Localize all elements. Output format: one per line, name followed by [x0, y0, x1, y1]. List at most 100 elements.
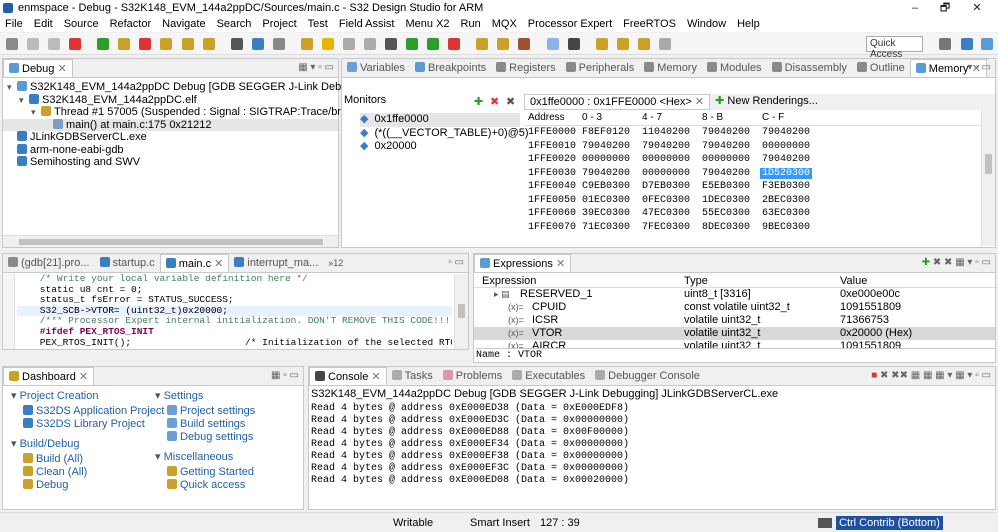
- memory-cell[interactable]: 79040200: [702, 127, 750, 138]
- terminate-icon[interactable]: [139, 38, 152, 50]
- tab-problems[interactable]: Problems: [438, 367, 507, 385]
- menu-file[interactable]: File: [0, 16, 29, 31]
- memory-cell[interactable]: 00000000: [642, 168, 690, 179]
- scroll-thumb[interactable]: [19, 239, 323, 245]
- expression-value[interactable]: 71366753: [840, 314, 889, 326]
- skip-breakpoints-icon[interactable]: [69, 38, 82, 50]
- dashboard-link[interactable]: Getting Started: [167, 466, 295, 479]
- debug-tree-item[interactable]: JLinkGDBServerCL.exe: [3, 131, 338, 144]
- debug-tree-item[interactable]: main() at main.c:175 0x21212: [3, 118, 338, 131]
- tab-expressions[interactable]: Expressions ✕: [474, 254, 572, 272]
- save-icon[interactable]: [27, 38, 40, 50]
- step-over-icon[interactable]: [181, 38, 194, 50]
- tab-peripherals[interactable]: Peripherals: [561, 59, 640, 77]
- remove-monitor-icon[interactable]: ✖: [490, 95, 499, 108]
- debug-tree-item[interactable]: ▾ S32K148_EVM_144a2ppDC.elf: [3, 93, 338, 107]
- dashboard-link[interactable]: Clean (All): [23, 465, 151, 479]
- reset-icon[interactable]: [251, 38, 264, 50]
- menu-window[interactable]: Window: [682, 16, 732, 31]
- debug-tree-item[interactable]: ▾ S32K148_EVM_144a2ppDC Debug [GDB SEGGER…: [3, 81, 377, 94]
- close-icon[interactable]: ✕: [214, 258, 223, 270]
- menu-freertos[interactable]: FreeRTOS: [618, 16, 682, 31]
- memory-cell[interactable]: 1D520300: [760, 167, 813, 179]
- tool-icon[interactable]: [342, 38, 355, 50]
- memory-cell[interactable]: 0FEC0300: [642, 195, 690, 206]
- toggle-mark-icon[interactable]: [546, 38, 559, 50]
- tab-outline[interactable]: Outline: [852, 59, 910, 77]
- tool2-icon[interactable]: [364, 38, 376, 50]
- external-tools-icon[interactable]: [448, 38, 461, 50]
- menu-run[interactable]: Run: [456, 16, 487, 31]
- flash-icon[interactable]: [321, 38, 334, 50]
- tab-disassembly[interactable]: Disassembly: [767, 59, 852, 77]
- menu-search[interactable]: Search: [212, 16, 258, 31]
- memory-cell[interactable]: 8DEC0300: [702, 222, 750, 233]
- prev-annotation-icon[interactable]: [616, 38, 629, 50]
- open-perspective-icon[interactable]: [939, 38, 951, 50]
- menu-test[interactable]: Test: [303, 16, 334, 31]
- close-icon[interactable]: ✕: [79, 371, 88, 383]
- view-toolbar[interactable]: ▦ ▫ ▭: [271, 370, 299, 381]
- forward-icon[interactable]: [658, 38, 671, 50]
- minimize-button[interactable]: –: [900, 0, 930, 16]
- code-editor[interactable]: /* Write your local variable definition …: [17, 274, 452, 349]
- dashboard-link[interactable]: Project settings: [167, 405, 295, 418]
- expand-icon[interactable]: ▸ ▤: [494, 289, 510, 300]
- dashboard-link[interactable]: Debug settings: [167, 430, 295, 444]
- expression-row[interactable]: (x)= CPUID const volatile uint32_t 10915518…: [474, 301, 995, 314]
- vertical-scrollbar[interactable]: [454, 274, 468, 349]
- memory-cell[interactable]: F3EB0300: [762, 181, 810, 192]
- bookmark-icon[interactable]: [567, 38, 580, 50]
- tab-memory-small[interactable]: Memory: [639, 59, 702, 77]
- collapse-icon[interactable]: ▾: [11, 390, 17, 402]
- menu-x2[interactable]: Menu X2: [401, 16, 456, 31]
- next-annotation-icon[interactable]: [595, 38, 608, 50]
- memory-cell[interactable]: 79040200: [642, 141, 690, 152]
- memory-cell[interactable]: 79040200: [762, 154, 810, 165]
- expression-row[interactable]: ▸ ▤ RESERVED_1 uint8_t [3316] 0xe000e00c: [474, 288, 995, 301]
- collapse-icon[interactable]: ▾: [155, 390, 161, 402]
- expand-icon[interactable]: ▾: [19, 94, 29, 107]
- add-monitor-icon[interactable]: ✚: [474, 95, 483, 108]
- menu-navigate[interactable]: Navigate: [157, 16, 211, 31]
- memory-cell[interactable]: 11040200: [642, 127, 690, 138]
- collapse-icon[interactable]: ▾: [11, 438, 17, 450]
- remove-all-expressions-icon[interactable]: ✖: [944, 257, 952, 268]
- memory-cell[interactable]: 79040200: [702, 168, 750, 179]
- expression-value[interactable]: 0x20000 (Hex): [840, 327, 912, 339]
- expression-row[interactable]: (x)= ICSR volatile uint32_t 71366753: [474, 314, 995, 327]
- add-expression-icon[interactable]: ✚: [922, 257, 930, 268]
- dashboard-link[interactable]: Quick access: [167, 478, 295, 492]
- menu-processor-expert[interactable]: Processor Expert: [523, 16, 618, 31]
- expand-icon[interactable]: ▾: [7, 81, 17, 94]
- dashboard-link[interactable]: Debug: [23, 478, 151, 492]
- tab-interrupt-manager[interactable]: interrupt_ma...: [229, 254, 323, 272]
- dashboard-link[interactable]: S32DS Library Project: [23, 417, 151, 431]
- collapse-icon[interactable]: ▾: [155, 451, 161, 463]
- remove-expression-icon[interactable]: ✖: [933, 257, 941, 268]
- memory-cell[interactable]: F8EF0120: [582, 127, 630, 138]
- memory-cell[interactable]: 01EC0300: [582, 195, 630, 206]
- console-output[interactable]: Read 4 bytes @ address 0xE000ED38 (Data …: [309, 403, 995, 487]
- menu-refactor[interactable]: Refactor: [105, 16, 158, 31]
- expression-row[interactable]: (x)= VTOR volatile uint32_t 0x20000 (Hex): [474, 327, 995, 340]
- scroll-thumb[interactable]: [458, 304, 465, 318]
- dashboard-link[interactable]: Build settings: [167, 417, 295, 431]
- memory-cell[interactable]: 1DEC0300: [702, 195, 750, 206]
- memory-cell[interactable]: 00000000: [702, 154, 750, 165]
- resume-icon[interactable]: [97, 38, 110, 50]
- close-icon[interactable]: ✕: [371, 371, 380, 383]
- dashboard-link[interactable]: S32DS Application Project: [23, 405, 164, 418]
- menu-help[interactable]: Help: [732, 16, 766, 31]
- new-renderings-tab[interactable]: ✚ New Renderings...: [710, 94, 823, 110]
- maximize-button[interactable]: 🗗: [930, 0, 960, 16]
- instruction-stepping-icon[interactable]: [230, 38, 243, 50]
- tab-registers[interactable]: Registers: [491, 59, 560, 77]
- back-icon[interactable]: [637, 38, 650, 50]
- close-icon[interactable]: ✕: [695, 96, 704, 108]
- view-toolbar[interactable]: ▾ ▫ ▭: [967, 62, 991, 73]
- suspend-icon[interactable]: [118, 38, 131, 50]
- tab-debugger-console[interactable]: Debugger Console: [590, 367, 705, 385]
- cc-perspective-icon[interactable]: [961, 38, 973, 50]
- view-toolbar[interactable]: ✚ ✖ ✖ ▦ ▾ ▫ ▭: [922, 257, 991, 268]
